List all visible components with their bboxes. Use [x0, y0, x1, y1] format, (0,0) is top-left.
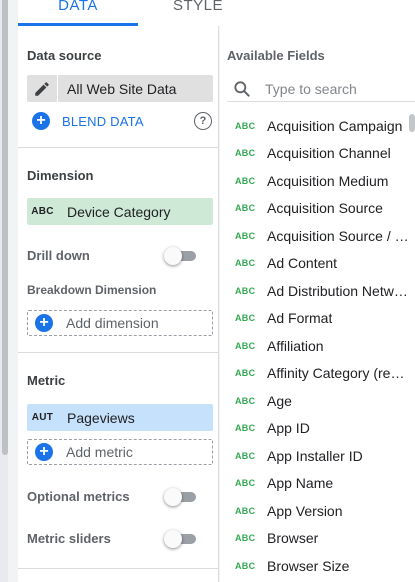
text-type-icon: ABC — [31, 206, 54, 217]
drill-down-label: Drill down — [27, 248, 90, 263]
field-list-item[interactable]: ABC App Installer ID — [220, 442, 410, 470]
aggregation-type-icon: AUT — [31, 412, 54, 423]
field-name: Acquisition Campaign — [267, 117, 403, 134]
field-list-item[interactable]: ABC Acquisition Source / Medium — [220, 222, 410, 250]
add-metric-button[interactable]: + Add metric — [27, 439, 213, 465]
field-list-item[interactable]: ABC App Version — [220, 497, 410, 525]
field-list-item[interactable]: ABC Age — [220, 387, 410, 415]
data-source-name: All Web Site Data — [67, 80, 177, 97]
section-divider — [18, 568, 219, 569]
field-name: Acquisition Medium — [267, 172, 389, 189]
text-type-icon: ABC — [235, 313, 256, 324]
available-fields-title: Available Fields — [227, 48, 325, 63]
left-scroll-strip — [0, 0, 8, 582]
text-type-icon: ABC — [235, 368, 256, 379]
panel-tabs: DATA STYLE — [18, 0, 415, 26]
field-name: Browser Size — [267, 557, 350, 574]
field-list-item[interactable]: ABC App Name — [220, 470, 410, 498]
text-type-icon: ABC — [235, 175, 256, 186]
field-list-item[interactable]: ABC Ad Format — [220, 305, 410, 333]
field-list-item[interactable]: ABC Browser — [220, 525, 410, 553]
tab-style[interactable]: STYLE — [138, 0, 258, 24]
help-circle-icon[interactable]: ? — [194, 112, 212, 130]
field-name: Acquisition Source / Medium — [267, 227, 410, 244]
breakdown-dimension-label: Breakdown Dimension — [27, 283, 157, 297]
dimension-chip[interactable]: ABC Device Category — [27, 198, 213, 225]
field-list-item[interactable]: ABC Affinity Category (reach) — [220, 360, 410, 388]
text-type-icon: ABC — [235, 203, 256, 214]
section-divider — [18, 147, 219, 148]
search-input[interactable] — [265, 80, 405, 97]
add-dimension-button[interactable]: + Add dimension — [27, 310, 213, 336]
field-list-item[interactable]: ABC Affiliation — [220, 332, 410, 360]
optional-metrics-toggle[interactable] — [164, 488, 198, 506]
field-name: Ad Content — [267, 255, 338, 272]
blend-data-button[interactable]: + BLEND DATA ? — [32, 111, 212, 131]
dimension-name: Device Category — [67, 203, 171, 220]
section-divider — [18, 352, 219, 353]
text-type-icon: ABC — [235, 423, 256, 434]
field-name: Ad Distribution Network — [267, 282, 410, 299]
metric-name: Pageviews — [67, 409, 135, 426]
text-type-icon: ABC — [235, 533, 256, 544]
field-list-item[interactable]: ABC Acquisition Source — [220, 195, 410, 223]
text-type-icon: ABC — [235, 340, 256, 351]
dimension-title: Dimension — [27, 168, 94, 183]
field-name: Affiliation — [267, 337, 324, 354]
metric-chip[interactable]: AUT Pageviews — [27, 404, 213, 431]
drill-down-toggle[interactable] — [164, 247, 198, 265]
field-name: Browser — [267, 530, 319, 547]
text-type-icon: ABC — [235, 120, 256, 131]
field-name: Ad Format — [267, 310, 333, 327]
field-list-item[interactable]: ABC Acquisition Medium — [220, 167, 410, 195]
left-scrollbar-thumb[interactable] — [2, 0, 8, 455]
field-list-item[interactable]: ABC Ad Distribution Network — [220, 277, 410, 305]
search-icon — [232, 79, 252, 99]
available-fields-panel: Available Fields ABC Acquisition Campaign… — [220, 26, 415, 582]
blend-data-label: BLEND DATA — [62, 113, 144, 129]
text-type-icon: ABC — [235, 230, 256, 241]
field-name: Acquisition Channel — [267, 145, 391, 162]
text-type-icon: ABC — [235, 505, 256, 516]
add-metric-label: Add metric — [66, 444, 133, 460]
text-type-icon: ABC — [235, 395, 256, 406]
field-name: Age — [267, 392, 292, 409]
pencil-icon[interactable] — [27, 75, 58, 102]
field-name: App Installer ID — [267, 447, 363, 464]
text-type-icon: ABC — [235, 258, 256, 269]
field-list-item[interactable]: ABC App ID — [220, 415, 410, 443]
field-list-item[interactable]: ABC Browser Size — [220, 552, 410, 580]
metric-sliders-label: Metric sliders — [27, 531, 111, 546]
text-type-icon: ABC — [235, 148, 256, 159]
text-type-icon: ABC — [235, 285, 256, 296]
field-list: ABC Acquisition Campaign ABC Acquisition Ch… — [220, 112, 410, 580]
field-name: App Name — [267, 475, 334, 492]
text-type-icon: ABC — [235, 560, 256, 571]
text-type-icon: ABC — [235, 450, 256, 461]
metric-sliders-toggle[interactable] — [164, 530, 198, 548]
field-list-item[interactable]: ABC Acquisition Campaign — [220, 112, 410, 140]
plus-circle-icon: + — [35, 314, 53, 332]
field-list-item[interactable]: ABC Ad Content — [220, 250, 410, 278]
tab-data[interactable]: DATA — [18, 0, 138, 24]
field-name: App ID — [267, 420, 310, 437]
metric-title: Metric — [27, 373, 66, 388]
field-name: Acquisition Source — [267, 200, 383, 217]
data-source-chip[interactable]: All Web Site Data — [27, 75, 213, 102]
data-source-title: Data source — [27, 48, 102, 63]
field-list-item[interactable]: ABC Acquisition Channel — [220, 140, 410, 168]
plus-circle-icon: + — [35, 443, 53, 461]
optional-metrics-label: Optional metrics — [27, 489, 130, 504]
add-dimension-label: Add dimension — [66, 315, 159, 331]
plus-circle-icon: + — [32, 112, 50, 130]
data-config-panel: Data source All Web Site Data + BLEND DA… — [18, 26, 219, 582]
field-search — [227, 76, 415, 102]
text-type-icon: ABC — [235, 478, 256, 489]
field-name: App Version — [267, 502, 343, 519]
field-name: Affinity Category (reach) — [267, 365, 410, 382]
